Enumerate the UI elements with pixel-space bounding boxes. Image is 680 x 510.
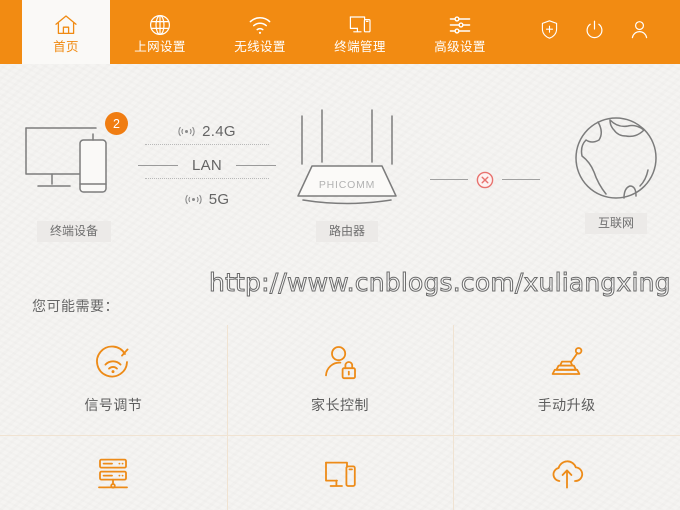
quick-action-label: 信号调节 <box>84 397 143 413</box>
quick-action-server-stack[interactable] <box>0 436 227 510</box>
link-band-5g: 5G <box>140 188 274 210</box>
nav-tools-group <box>539 0 680 64</box>
nav-item-label: 终端管理 <box>334 40 386 55</box>
device-count-badge: 2 <box>105 112 128 135</box>
quick-action-signal-tune[interactable]: 信号调节 <box>0 325 227 435</box>
quick-action-cloud-upload[interactable] <box>453 436 680 510</box>
nav-left-padding <box>0 0 22 64</box>
globe-world-icon <box>570 112 662 204</box>
link-separator-top <box>145 144 269 145</box>
shield-plus-icon[interactable] <box>539 19 560 40</box>
topology-links: 2.4G LAN 5G <box>138 112 276 212</box>
router-admin-page: 首页 上网设置 无线设置 终端管理 高级设置 2 终端设备 2.4G LAN 5… <box>0 0 680 510</box>
svg-text:PHICOMM: PHICOMM <box>319 179 375 191</box>
internet-label: 互联网 <box>584 213 647 234</box>
lan-line-left <box>138 165 178 166</box>
quick-action-manual-upgrade[interactable]: 手动升级 <box>453 325 680 435</box>
parental-lock-icon <box>319 342 361 384</box>
nav-item-advanced-settings[interactable]: 高级设置 <box>410 0 510 64</box>
link-label: 2.4G <box>202 122 236 140</box>
user-icon[interactable] <box>629 19 650 40</box>
quick-actions-row: 信号调节 家长控制 手动升级 <box>0 325 680 435</box>
router-icon: PHICOMM <box>288 108 406 212</box>
topology-node-router[interactable]: PHICOMM 路由器 <box>288 108 406 242</box>
monitor-phone-icon <box>347 12 373 38</box>
wifi-signal-icon <box>185 192 202 207</box>
monitor-phone-icon <box>319 453 361 495</box>
manual-upgrade-icon <box>546 342 588 384</box>
topology-node-devices[interactable]: 2 终端设备 <box>18 112 130 242</box>
wifi-signal-icon <box>178 124 195 139</box>
quick-action-label: 手动升级 <box>537 397 596 413</box>
nav-item-wireless-settings[interactable]: 无线设置 <box>210 0 310 64</box>
home-icon <box>53 12 79 38</box>
nav-item-label: 首页 <box>53 40 79 55</box>
link-band-24g: 2.4G <box>140 120 274 142</box>
wan-line-right <box>502 179 540 180</box>
wan-line-left <box>430 179 468 180</box>
cloud-upload-icon <box>546 453 588 495</box>
nav-item-terminal-management[interactable]: 终端管理 <box>310 0 410 64</box>
server-stack-icon <box>92 453 134 495</box>
link-separator-bottom <box>145 178 269 179</box>
signal-tune-icon <box>92 342 134 384</box>
nav-item-label: 高级设置 <box>434 40 486 55</box>
top-navigation-bar: 首页 上网设置 无线设置 终端管理 高级设置 <box>0 0 680 64</box>
quick-action-label: 家长控制 <box>311 397 369 413</box>
power-icon[interactable] <box>584 19 605 40</box>
nav-item-label: 上网设置 <box>134 40 186 55</box>
link-lan: LAN <box>138 154 276 176</box>
topology-node-internet[interactable]: 互联网 <box>570 112 662 234</box>
sliders-icon <box>447 12 473 38</box>
link-label: LAN <box>191 156 223 174</box>
globe-icon <box>147 12 173 38</box>
wan-connection-status <box>430 168 540 192</box>
lan-line-right <box>236 165 276 166</box>
quick-actions-grid: 信号调节 家长控制 手动升级 <box>0 325 680 510</box>
quick-actions-row <box>0 435 680 510</box>
quick-action-terminal-devices[interactable] <box>226 436 454 510</box>
nav-item-label: 无线设置 <box>234 40 286 55</box>
nav-item-home[interactable]: 首页 <box>22 0 110 64</box>
devices-label: 终端设备 <box>36 221 111 242</box>
quick-action-parental-control[interactable]: 家长控制 <box>226 325 454 435</box>
section-title: 您可能需要： <box>32 298 119 314</box>
link-label: 5G <box>208 190 230 208</box>
wifi-icon <box>247 12 273 38</box>
network-topology: 2 终端设备 2.4G LAN 5G PHICOMM 路由器 互联网 <box>0 106 680 276</box>
router-label: 路由器 <box>315 221 378 242</box>
monitor-phone-devices-icon: 2 <box>18 112 130 212</box>
circle-x-icon <box>475 170 495 190</box>
nav-item-internet-settings[interactable]: 上网设置 <box>110 0 210 64</box>
